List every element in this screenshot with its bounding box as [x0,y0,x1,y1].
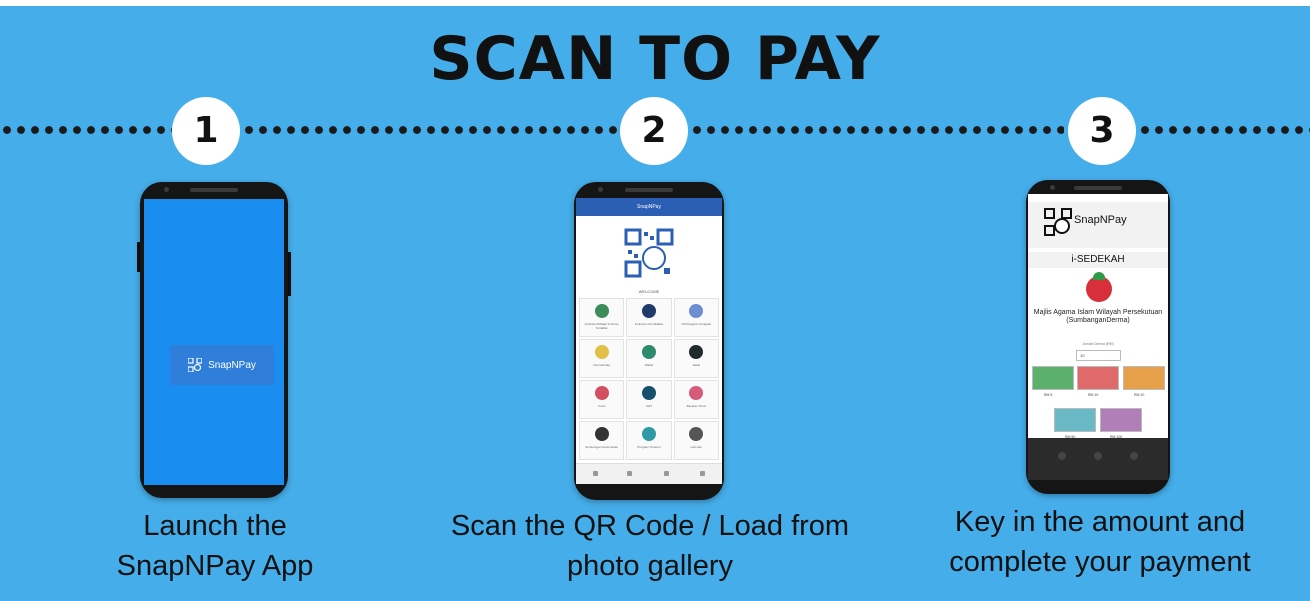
category-label: Bayaran Terus [686,404,706,408]
dotted-divider [1138,124,1310,136]
category-label: Derma/Infaq [593,363,610,367]
category-icon [641,345,656,359]
caption-line: Launch the [143,510,287,542]
phone-camera [164,187,169,192]
nav-icon[interactable] [1058,452,1066,460]
caption-line: Key in the amount and [954,506,1246,538]
step-number-1: 1 [172,97,240,165]
nav-icon[interactable] [1094,452,1102,460]
category-label: Yuran [597,404,606,408]
category-label: Institution Pendidikan [634,322,664,326]
step-number-3: 3 [1068,97,1136,165]
category-label: eWT [645,404,653,408]
banknote-option[interactable] [1123,366,1165,390]
category-tile[interactable]: NGO/Agensi Kerajaan [673,298,719,337]
category-grid: Institution/Masjid & Surau Terdaftar Ins… [579,298,719,460]
dimmed-footer [1028,438,1168,480]
category-icon [689,345,704,359]
banknote-label: RM 10 [1088,393,1099,397]
category-tile[interactable]: Wakaf [626,339,672,378]
home-icon[interactable] [593,471,598,476]
phone-mockup-2: SnapNPay WELCOME Institution/Masjid & Su… [574,182,724,500]
caption-line: complete your payment [949,546,1251,578]
wallet-icon[interactable] [627,471,632,476]
category-icon [594,304,609,318]
phone-speaker [1074,186,1122,190]
category-tile[interactable]: eWT [626,380,672,419]
caption-line: photo gallery [566,550,734,582]
phone-side-button [137,242,140,272]
page-title: SCAN TO PAY [429,24,881,94]
banknote-option[interactable] [1077,366,1119,390]
banknote-option[interactable] [1054,408,1096,432]
category-icon [594,427,609,441]
category-tile[interactable]: Institution Pendidikan [626,298,672,337]
step-caption-3: Key in the amount and complete your paym… [900,502,1300,582]
splash-app-name: SnapNPay [208,359,256,371]
nav-icon[interactable] [1130,452,1138,460]
phone-mockup-3: SnapNPay i-SEDEKAH Majlis Agama Islam Wi… [1026,180,1170,494]
brand-name: SnapNPay [1074,214,1127,226]
category-icon [594,386,609,400]
amount-input[interactable]: 10 [1076,350,1121,361]
program-title: i-SEDEKAH [1028,252,1168,268]
category-tile[interactable]: Institution/Masjid & Surau Terdaftar [579,298,625,337]
phone-speaker [625,188,673,192]
poster: SCAN TO PAY 1 2 3 SnapNPay SnapNPay WELC… [0,6,1310,601]
category-tile[interactable]: Bayaran Terus [673,380,719,419]
phone-side-button [288,252,291,296]
banknote-option[interactable] [1100,408,1142,432]
qr-logo-icon [188,358,203,372]
history-icon[interactable] [664,471,669,476]
category-icon [594,345,609,359]
category-label: Institution/Masjid & Surau Terdaftar [584,322,619,330]
qr-logo-icon [1044,208,1072,236]
category-label: Lain-lain [690,445,702,449]
qr-code-icon[interactable] [624,228,674,278]
phone-mockup-1: SnapNPay [137,182,291,498]
category-tile[interactable]: Yuran [579,380,625,419]
welcome-text: WELCOME [638,289,660,294]
category-tile[interactable]: Zakat [673,339,719,378]
category-icon [641,304,656,318]
category-label: Program Tertentu [637,445,661,449]
banknote-label: RM 20 [1134,393,1145,397]
caption-line: Scan the QR Code / Load from [450,510,850,542]
category-tile[interactable]: Sumbangan Kecemasan [579,421,625,460]
phone-speaker [190,188,238,192]
phone-camera [1050,185,1055,190]
splash-logo: SnapNPay [170,345,274,385]
app-screen-payment: SnapNPay i-SEDEKAH Majlis Agama Islam Wi… [1028,194,1168,480]
category-icon [641,427,656,441]
dotted-divider [242,124,618,136]
app-top-bar: SnapNPay [576,198,722,216]
category-label: Sumbangan Kecemasan [585,445,619,449]
category-icon [641,386,656,400]
banknote-option[interactable] [1032,366,1074,390]
step-caption-1: Launch the SnapNPay App [60,506,370,586]
category-label: NGO/Agensi Kerajaan [681,322,712,326]
amount-label: Jumlah Derma (RM) [1082,342,1114,346]
crest-logo [1086,272,1112,302]
category-tile[interactable]: Derma/Infaq [579,339,625,378]
bottom-nav-bar [576,463,722,484]
profile-icon[interactable] [700,471,705,476]
category-icon [689,386,704,400]
caption-line: SnapNPay App [116,550,314,582]
organization-name: Majlis Agama Islam Wilayah Persekutuan (… [1033,309,1163,324]
dotted-divider [0,124,172,136]
app-screen-launch: SnapNPay [144,199,284,485]
category-label: Zakat [692,363,701,367]
category-label: Wakaf [644,363,654,367]
step-number-2: 2 [620,97,688,165]
category-icon [689,304,704,318]
banknote-label: RM 5 [1044,393,1053,397]
app-screen-scan: SnapNPay WELCOME Institution/Masjid & Su… [576,198,722,484]
step-caption-2: Scan the QR Code / Load from photo galle… [400,506,900,586]
dotted-divider [690,124,1064,136]
category-tile[interactable]: Program Tertentu [626,421,672,460]
category-tile[interactable]: Lain-lain [673,421,719,460]
category-icon [689,427,704,441]
phone-camera [598,187,603,192]
